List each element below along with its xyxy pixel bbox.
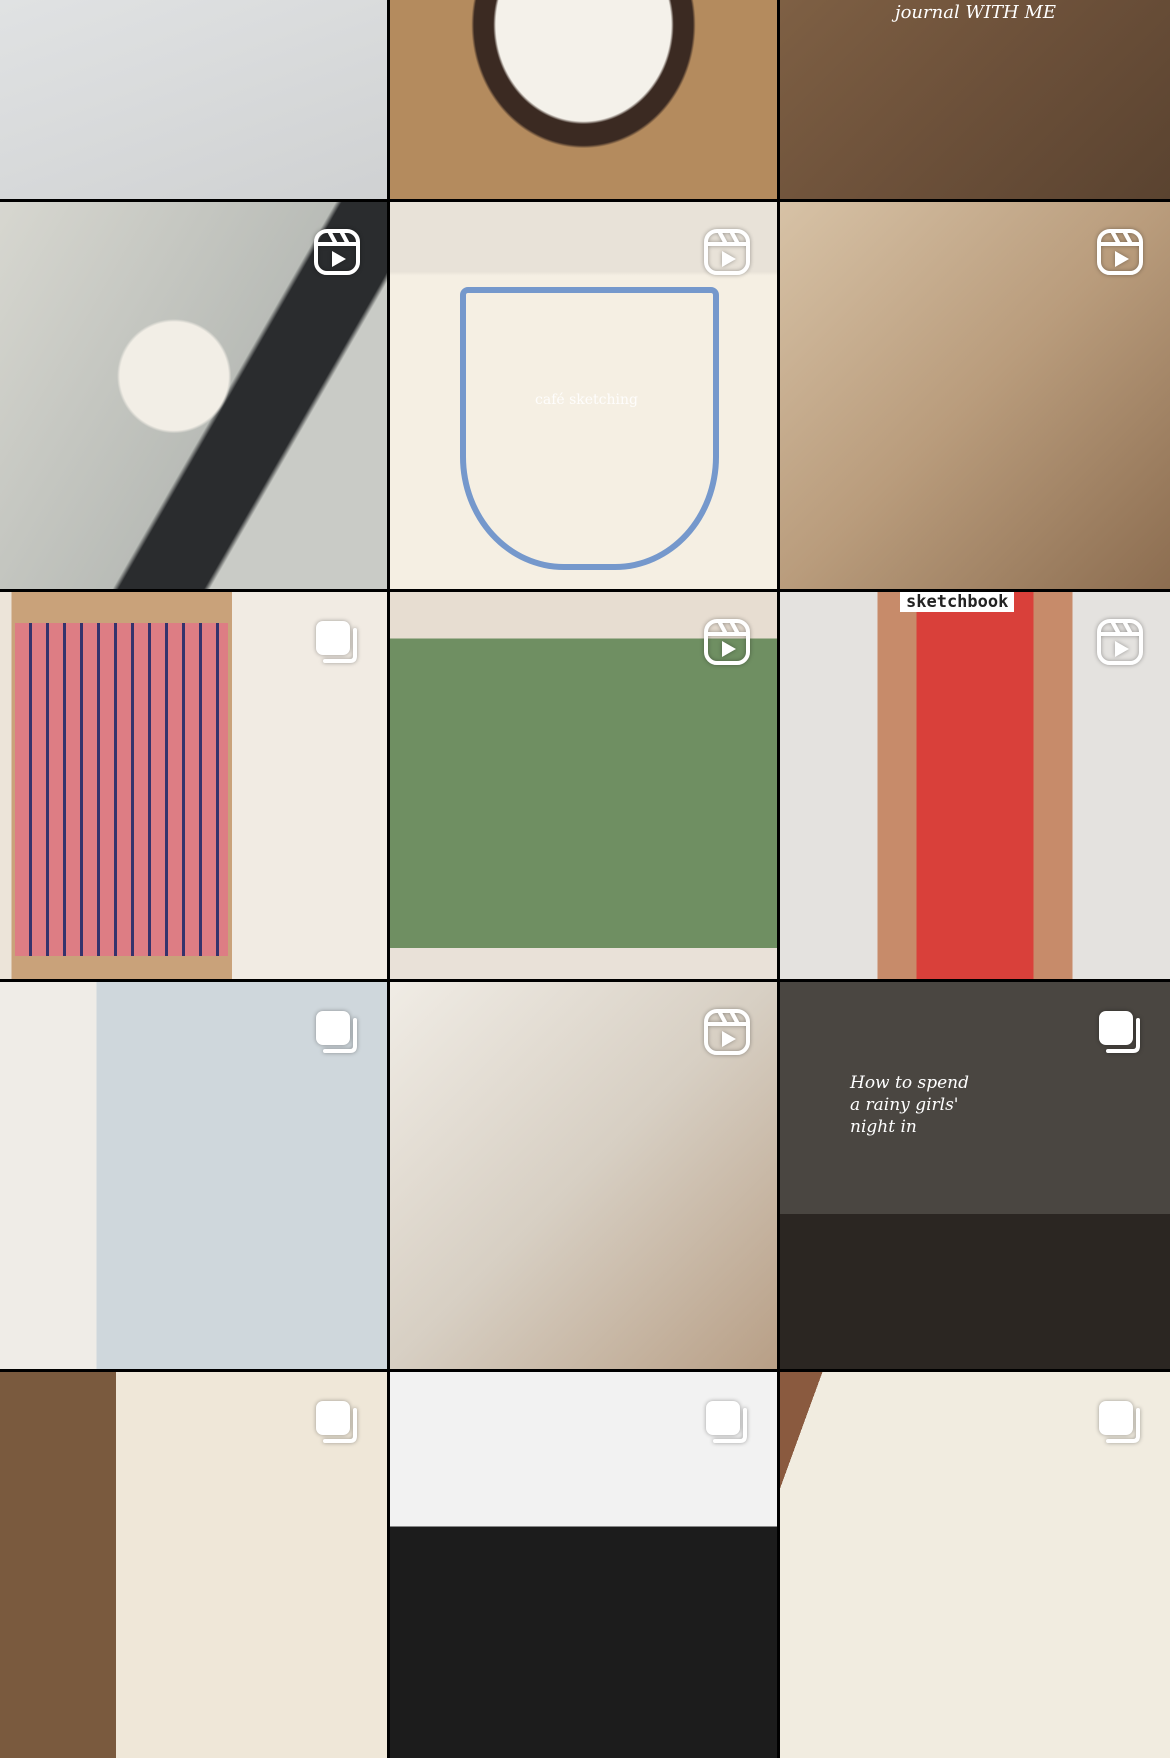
- post-tile[interactable]: [0, 982, 387, 1369]
- reels-icon: [703, 618, 751, 666]
- post-grid: journal WITH ME café sketching sketchbook H…: [0, 0, 1170, 1758]
- post-tile[interactable]: café sketching: [390, 202, 777, 589]
- post-tile[interactable]: [780, 1372, 1170, 1758]
- reels-icon: [1096, 228, 1144, 276]
- reels-icon: [1096, 618, 1144, 666]
- post-tile[interactable]: [390, 0, 777, 199]
- post-tile[interactable]: [0, 592, 387, 979]
- post-tile[interactable]: [390, 982, 777, 1369]
- post-tile[interactable]: [780, 202, 1170, 589]
- post-thumbnail: [390, 0, 777, 199]
- post-caption-overlay: sketchbook: [900, 592, 1015, 612]
- post-tile[interactable]: journal WITH ME: [780, 0, 1170, 199]
- reels-icon: [703, 228, 751, 276]
- post-thumbnail: [780, 0, 1170, 199]
- post-tile[interactable]: sketchbook: [780, 592, 1170, 979]
- post-tile[interactable]: [390, 592, 777, 979]
- carousel-icon: [313, 1008, 361, 1056]
- post-tile[interactable]: How to spend a rainy girls' night in: [780, 982, 1170, 1369]
- reels-icon: [703, 1008, 751, 1056]
- carousel-icon: [703, 1398, 751, 1446]
- post-tile[interactable]: [390, 1372, 777, 1758]
- post-tile[interactable]: [0, 1372, 387, 1758]
- carousel-icon: [313, 1398, 361, 1446]
- reels-icon: [313, 228, 361, 276]
- carousel-icon: [313, 618, 361, 666]
- post-caption-overlay: How to spend a rainy girls' night in: [850, 1073, 969, 1138]
- post-tile[interactable]: [0, 202, 387, 589]
- post-thumbnail: [0, 0, 387, 199]
- overlay-handwriting: journal WITH ME: [895, 2, 1057, 23]
- carousel-icon: [1096, 1008, 1144, 1056]
- carousel-icon: [1096, 1398, 1144, 1446]
- post-tile[interactable]: [0, 0, 387, 199]
- post-caption-overlay: café sketching: [535, 392, 638, 408]
